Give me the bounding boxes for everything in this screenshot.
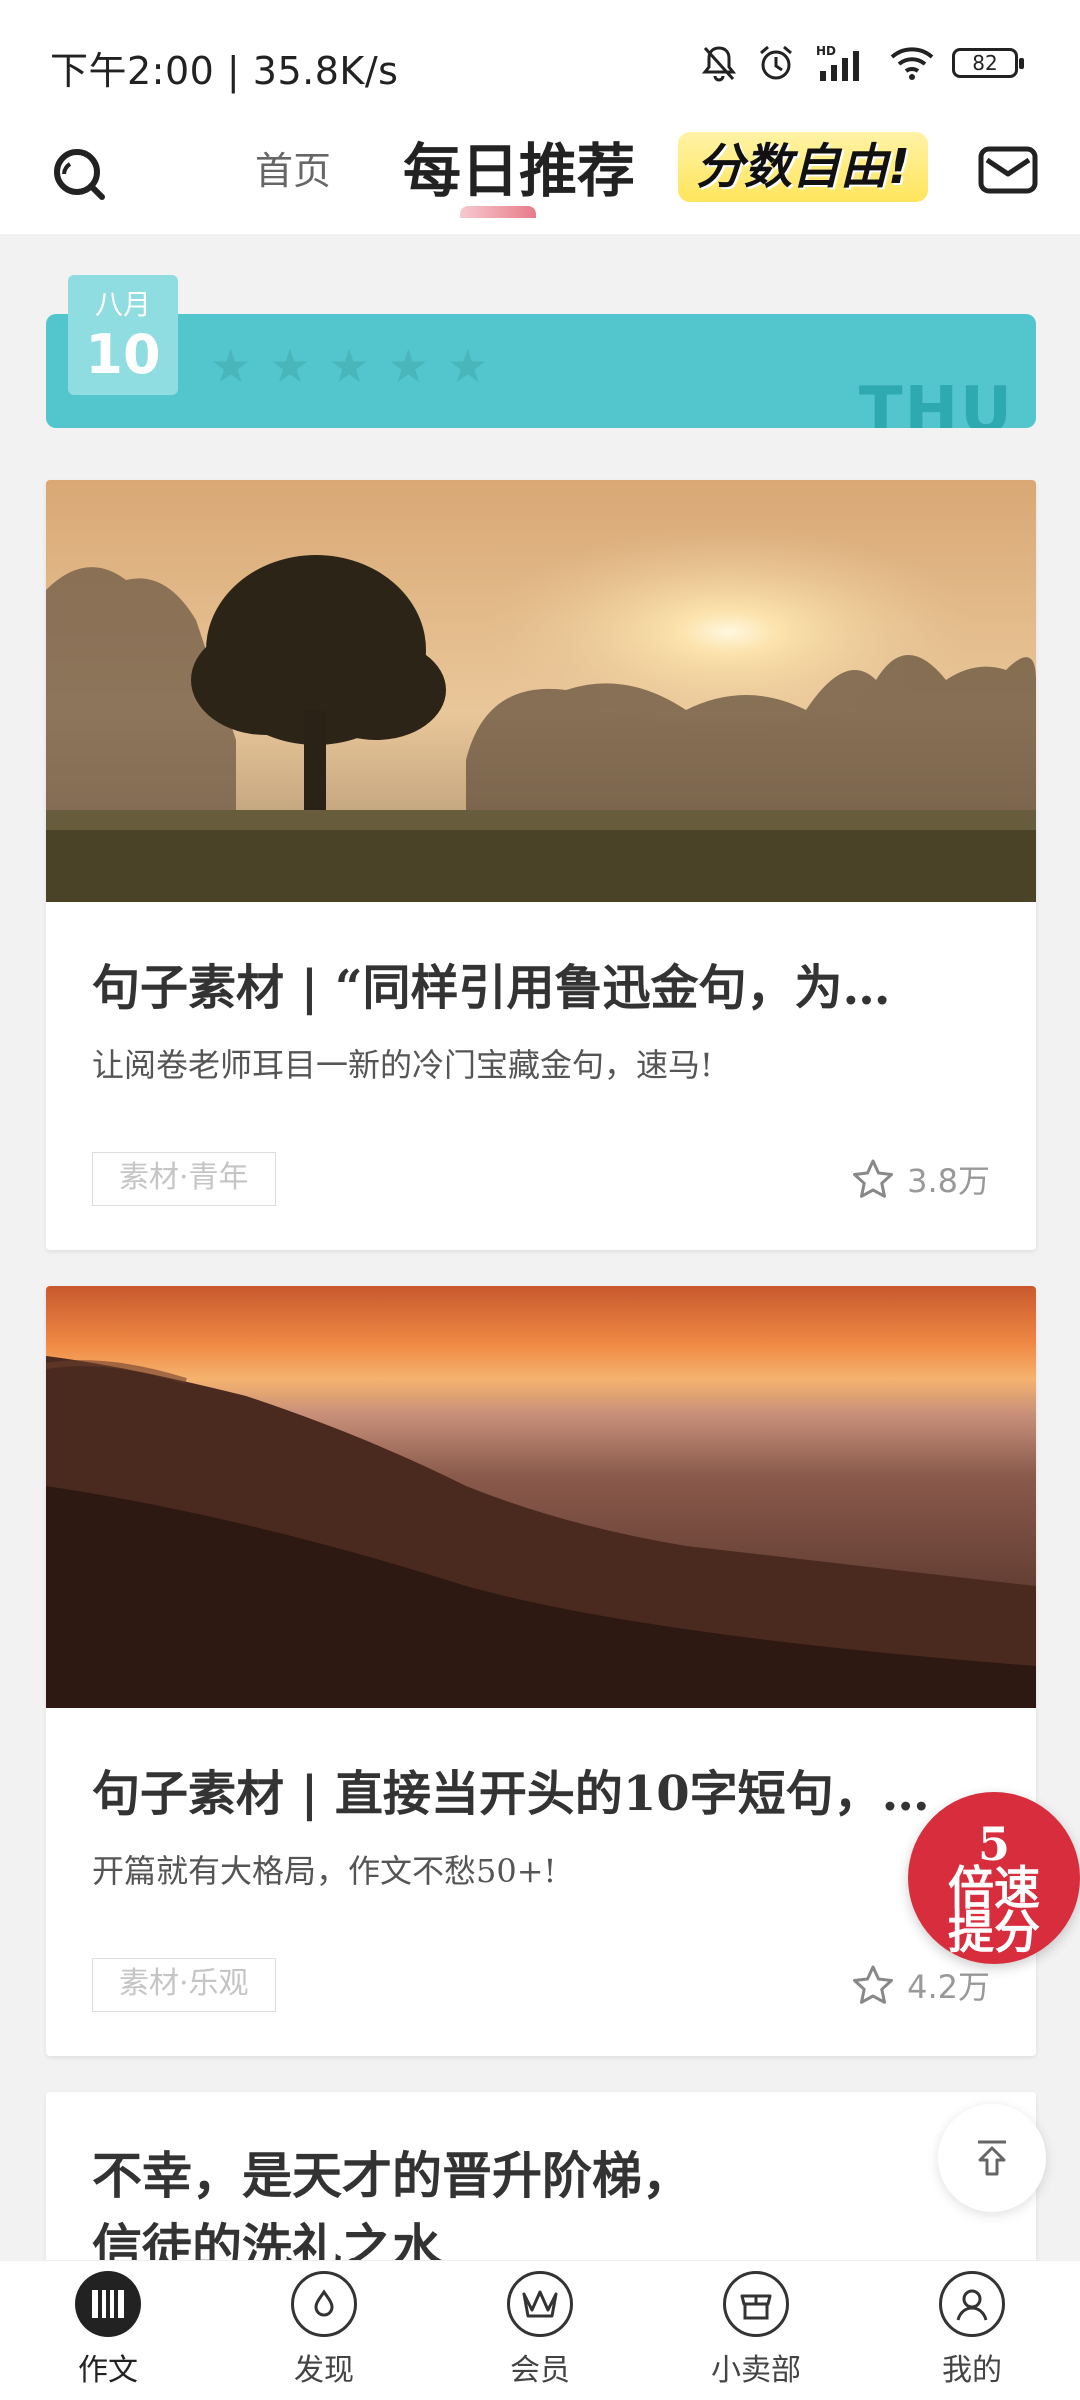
tab-label: 发现: [294, 2353, 354, 2388]
promo-badge-number: 5: [977, 1817, 1010, 1871]
tab-daily-recommend[interactable]: 每日推荐: [403, 124, 635, 208]
essay-icon: [75, 2271, 141, 2337]
back-to-top-button[interactable]: [938, 2104, 1046, 2212]
likes-count: 4.2万: [907, 1968, 990, 2006]
article-card[interactable]: 句子素材 | 直接当开头的10字短句，… 开篇就有大格局，作文不愁50+! 素材…: [46, 1286, 1036, 2056]
article-tag[interactable]: 素材·乐观: [92, 1958, 276, 2012]
promo-badge-text: 提分: [948, 1905, 1040, 1959]
article-tag[interactable]: 素材·青年: [92, 1152, 276, 1206]
status-icons: HD 82: [700, 40, 1024, 86]
tab-home[interactable]: 首页: [255, 140, 331, 195]
arrow-up-icon: [978, 2140, 1006, 2176]
tab-label: 小卖部: [711, 2353, 801, 2388]
star-icon: ★: [328, 339, 370, 393]
date-day: 10: [85, 323, 161, 386]
member-crown-icon: [507, 2271, 573, 2337]
discover-icon: [291, 2271, 357, 2337]
promo-banner-button[interactable]: 分数自由!: [678, 132, 928, 202]
star-icon: ★: [387, 339, 429, 393]
tab-shop[interactable]: 小卖部: [648, 2261, 864, 2400]
tab-essay[interactable]: 作文: [0, 2261, 216, 2400]
article-image-misty-sunrise: [46, 480, 1036, 902]
date-card: 八月 10: [68, 275, 178, 395]
hd-signal-icon: HD: [816, 44, 859, 81]
article-subtitle: 让阅卷老师耳目一新的冷门宝藏金句，速马!: [92, 1046, 713, 1084]
date-banner[interactable]: THU: [46, 314, 1036, 428]
tab-label: 作文: [78, 2353, 138, 2388]
star-icon: ★: [269, 339, 311, 393]
star-icon: ★: [447, 339, 489, 393]
favorite-count[interactable]: 4.2万: [851, 1958, 990, 2012]
tab-discover[interactable]: 发现: [216, 2261, 432, 2400]
star-icon: ★: [210, 339, 252, 393]
wifi-icon: [890, 47, 934, 80]
tab-mine[interactable]: 我的: [864, 2261, 1080, 2400]
status-time: 下午2:00 | 35.8K/s: [50, 49, 399, 93]
favorite-count[interactable]: 3.8万: [851, 1152, 990, 1206]
alarm-icon: [760, 45, 792, 80]
top-nav: 首页 每日推荐 分数自由!: [0, 124, 1080, 234]
bottom-nav: 作文 发现 会员 小卖部 我的: [0, 2260, 1080, 2400]
star-outline-icon: [853, 1965, 894, 2004]
mute-bell-icon: [701, 46, 737, 82]
tab-label: 我的: [942, 2353, 1002, 2388]
article-title-line: 不幸，是天才的晋升阶梯，: [92, 2146, 692, 2205]
shop-icon: [723, 2271, 789, 2337]
rating-stars: ★ ★ ★ ★ ★: [210, 343, 488, 389]
star-outline-icon: [853, 1159, 894, 1198]
tab-member[interactable]: 会员: [432, 2261, 648, 2400]
date-month: 八月: [94, 288, 151, 321]
article-image-sunset-coast: [46, 1286, 1036, 1708]
profile-icon: [939, 2271, 1005, 2337]
search-icon[interactable]: [50, 144, 110, 204]
promo-badge-text: 倍速: [948, 1861, 1040, 1915]
active-tab-indicator: [460, 206, 536, 218]
likes-count: 3.8万: [907, 1162, 990, 1200]
mail-icon[interactable]: [978, 146, 1038, 194]
battery-icon: 82: [952, 48, 1024, 78]
article-subtitle: 开篇就有大格局，作文不愁50+!: [92, 1852, 557, 1890]
article-card[interactable]: 句子素材 | “同样引用鲁迅金句，为… 让阅卷老师耳目一新的冷门宝藏金句，速马!…: [46, 480, 1036, 1250]
promo-badge-button[interactable]: 5 倍速 提分: [908, 1792, 1080, 1964]
weekday-label: THU: [858, 374, 1014, 428]
status-bar: 下午2:00 | 35.8K/s HD 82: [0, 0, 1080, 124]
svg-text:HD: HD: [816, 44, 836, 58]
tab-label: 会员: [510, 2353, 570, 2388]
article-title: 句子素材 | “同样引用鲁迅金句，为…: [92, 960, 891, 1016]
article-title: 句子素材 | 直接当开头的10字短句，…: [92, 1766, 930, 1822]
